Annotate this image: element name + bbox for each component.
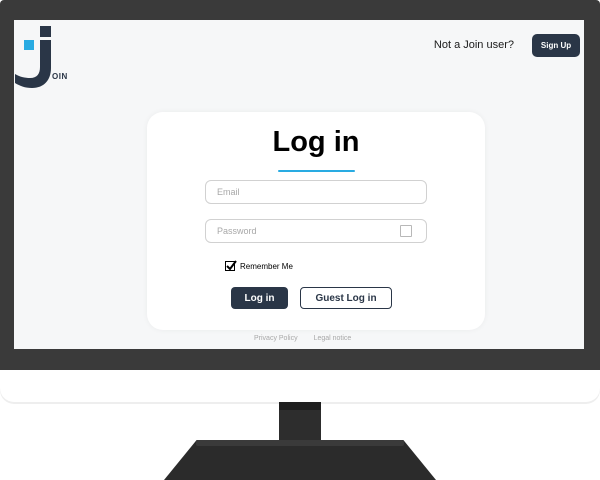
monitor-stand-base-top (196, 440, 404, 446)
monitor-chin (0, 370, 600, 402)
footer-links: Privacy Policy Legal notice (254, 335, 351, 342)
remember-me-toggle[interactable]: Remember Me (225, 260, 293, 271)
log-in-button[interactable]: Log in (231, 287, 288, 309)
lock-icon (400, 225, 412, 237)
monitor-stand-neck-shadow (279, 402, 321, 410)
privacy-policy-link[interactable]: Privacy Policy (254, 335, 298, 342)
password-placeholder: Password (217, 226, 257, 236)
logo-text: OIN (52, 72, 68, 81)
login-card: Log in Email Password Remember Me Log in… (147, 112, 485, 330)
title-underline (278, 170, 355, 172)
guest-log-in-button[interactable]: Guest Log in (300, 287, 392, 309)
checkmark-icon (226, 260, 237, 271)
sign-up-button[interactable]: Sign Up (532, 34, 580, 57)
email-placeholder: Email (217, 187, 240, 197)
legal-notice-link[interactable]: Legal notice (314, 335, 352, 342)
email-field[interactable]: Email (205, 180, 427, 204)
page-title: Log in (272, 126, 360, 158)
app-screen: OIN Not a Join user? Sign Up Log in Emai… (14, 20, 584, 349)
monitor-stand-base (164, 440, 436, 480)
remember-me-label: Remember Me (240, 261, 293, 271)
remember-me-checkbox[interactable] (225, 260, 237, 271)
join-logo-icon[interactable] (14, 26, 84, 88)
password-field[interactable]: Password (205, 219, 427, 243)
signup-prompt: Not a Join user? (433, 39, 514, 51)
